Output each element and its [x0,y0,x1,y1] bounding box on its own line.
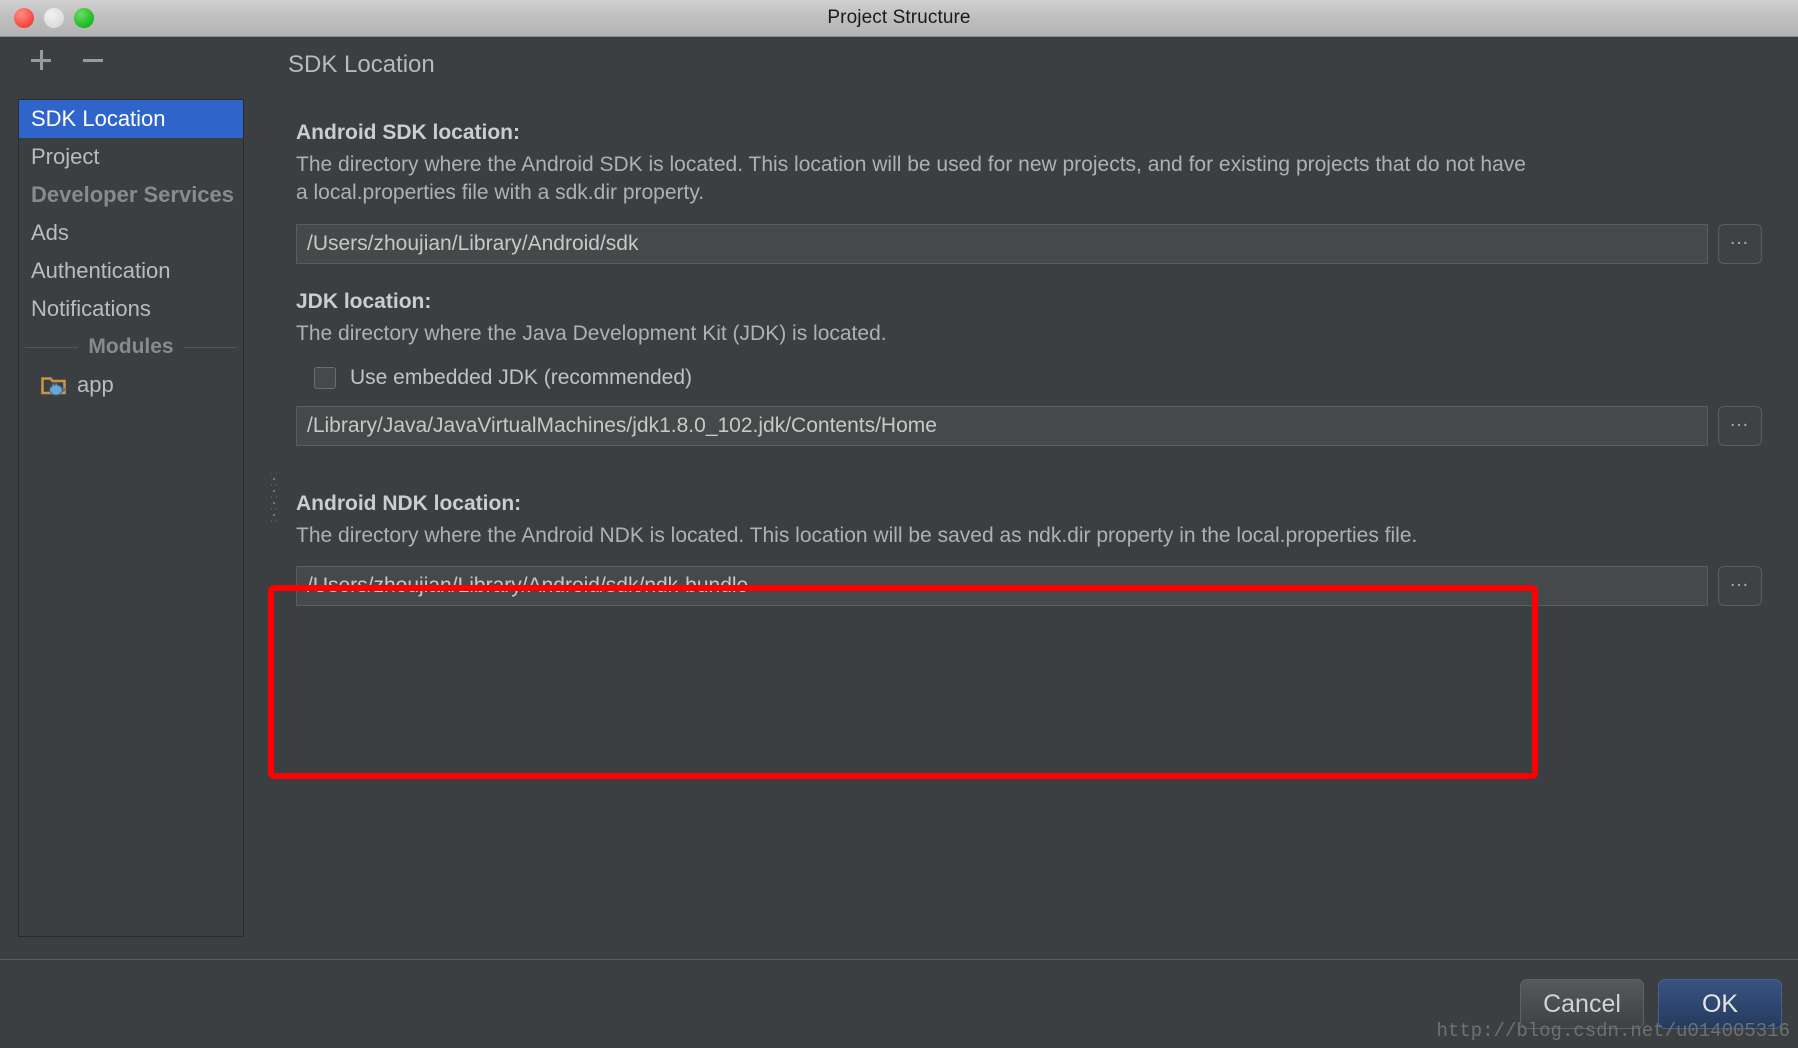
sidebar-list: SDK Location Project Developer Services … [18,99,244,937]
sidebar-modules-separator: Modules [19,328,243,366]
splitter-grip-icon[interactable] [271,473,277,523]
jdk-description: The directory where the Java Development… [296,321,887,345]
sidebar-item-ads[interactable]: Ads [19,214,243,252]
separator-line-left [25,346,79,348]
jdk-heading: JDK location: [296,289,432,313]
ellipsis-icon: … [1729,569,1751,592]
remove-module-icon[interactable] [80,47,106,73]
separator-line-right [183,346,238,348]
jdk-path-input[interactable]: /Library/Java/JavaVirtualMachines/jdk1.8… [296,406,1708,447]
java-module-folder-icon [41,374,67,396]
use-embedded-jdk-row[interactable]: Use embedded JDK (recommended) [296,366,1762,390]
android-ndk-field-row: /Users/zhoujian/Library/Android/sdk/ndk-… [296,566,1762,607]
minimize-window-icon[interactable] [44,8,64,28]
sidebar-item-label: Authentication [31,258,171,283]
sidebar-item-sdk-location[interactable]: SDK Location [19,100,243,138]
android-ndk-path-input[interactable]: /Users/zhoujian/Library/Android/sdk/ndk-… [296,566,1708,607]
sidebar-group-developer-services: Developer Services [19,176,243,214]
use-embedded-jdk-checkbox[interactable] [314,367,336,390]
window-title: Project Structure [827,7,971,28]
window-controls [14,0,94,36]
panel-splitter[interactable] [268,37,280,959]
android-sdk-field-row: /Users/zhoujian/Library/Android/sdk … [296,223,1762,264]
section-jdk-location: JDK location: The directory where the Ja… [296,289,1762,447]
android-sdk-browse-button[interactable]: … [1718,223,1762,264]
section-android-ndk-location: Android NDK location: The directory wher… [296,492,1762,607]
android-sdk-path-input[interactable]: /Users/zhoujian/Library/Android/sdk [296,223,1708,264]
sidebar-module-label: app [77,372,114,397]
use-embedded-jdk-label: Use embedded JDK (recommended) [350,366,692,390]
add-module-icon[interactable] [28,47,54,73]
section-android-sdk-location: Android SDK location: The directory wher… [296,121,1762,264]
android-sdk-heading: Android SDK location: [296,121,520,144]
sidebar-group-label: Developer Services [31,182,235,207]
content-row: SDK Location Project Developer Services … [0,37,1798,959]
sections-container: Android SDK location: The directory wher… [280,79,1798,607]
sidebar-item-label: SDK Location [31,106,166,131]
jdk-field-row: /Library/Java/JavaVirtualMachines/jdk1.8… [296,406,1762,447]
sidebar-item-authentication[interactable]: Authentication [19,252,243,290]
zoom-window-icon[interactable] [74,8,94,28]
main-panel: SDK Location Android SDK location: The d… [280,37,1798,959]
close-window-icon[interactable] [14,8,34,28]
ellipsis-icon: … [1729,226,1751,249]
sidebar-item-app[interactable]: app [19,366,243,404]
sidebar-item-label: Notifications [31,296,151,321]
jdk-browse-button[interactable]: … [1718,406,1762,447]
sidebar-item-project[interactable]: Project [19,138,243,176]
dialog-footer: Cancel OK http://blog.csdn.net/u01400531… [0,959,1798,1048]
dialog-body: SDK Location Project Developer Services … [0,37,1798,1048]
watermark-text: http://blog.csdn.net/u014005316 [1436,1020,1790,1042]
android-ndk-heading: Android NDK location: [296,492,522,516]
android-ndk-description: The directory where the Android NDK is l… [296,524,1418,548]
window-titlebar: Project Structure [0,0,1798,37]
android-sdk-description: The directory where the Android SDK is l… [296,153,1526,205]
sidebar: SDK Location Project Developer Services … [0,37,268,959]
ellipsis-icon: … [1729,409,1751,432]
sidebar-item-label: Project [31,144,100,169]
android-ndk-browse-button[interactable]: … [1718,566,1762,607]
sidebar-toolbar [0,37,268,82]
sidebar-separator-label: Modules [88,335,174,358]
project-structure-window: Project Structure SDK Location Project D… [0,0,1798,1048]
sidebar-item-label: Ads [31,220,69,245]
sidebar-item-notifications[interactable]: Notifications [19,290,243,328]
page-title: SDK Location [288,51,435,78]
